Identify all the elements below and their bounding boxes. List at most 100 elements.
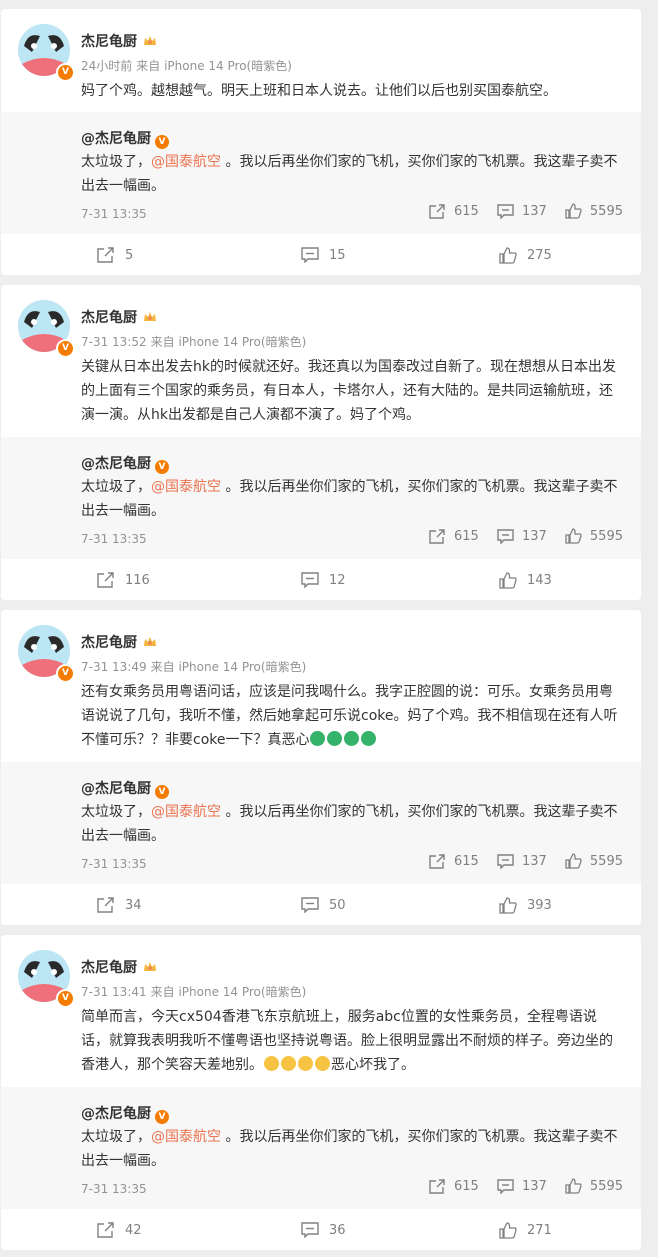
thumbs-up-icon <box>499 246 517 264</box>
share-icon <box>429 1179 445 1194</box>
repost-like-button[interactable]: 5595 <box>565 1178 623 1194</box>
repost-comment-button[interactable]: 137 <box>497 854 547 869</box>
repost-comment-button[interactable]: 137 <box>497 1179 547 1194</box>
verified-badge-icon: V <box>155 460 169 474</box>
repost-comment-button[interactable]: 137 <box>497 204 547 219</box>
repost-block[interactable]: @杰尼龟厨 V 太垃圾了，@国泰航空 。我以后再坐你们家的飞机，买你们家的飞机票。… <box>1 112 641 234</box>
post-card: V 杰尼龟厨 7-31 13:41 来自 iPhone 14 Pro(暗紫色) 简… <box>1 935 641 1250</box>
verified-badge-icon: V <box>155 1110 169 1124</box>
repost-time[interactable]: 7-31 13:35 <box>81 857 147 871</box>
post-source: 来自 iPhone 14 Pro(暗紫色) <box>150 660 307 674</box>
repost-stats: 615 137 5595 <box>415 203 623 223</box>
crown-icon <box>143 636 157 653</box>
repost-stats: 615 137 5595 <box>415 1178 623 1198</box>
thumbs-up-icon <box>565 528 582 544</box>
repost-block[interactable]: @杰尼龟厨 V 太垃圾了，@国泰航空 。我以后再坐你们家的飞机，买你们家的飞机票。… <box>1 437 641 559</box>
post-header: V 杰尼龟厨 7-31 13:41 来自 iPhone 14 Pro(暗紫色) <box>1 935 641 1008</box>
repost-text: 太垃圾了，@国泰航空 。我以后再坐你们家的飞机，买你们家的飞机票。我这辈子卖不出… <box>81 1129 618 1169</box>
forward-button[interactable]: 42 <box>97 1209 142 1250</box>
thumbs-up-icon <box>565 853 582 869</box>
repost-text: 太垃圾了，@国泰航空 。我以后再坐你们家的飞机，买你们家的飞机票。我这辈子卖不出… <box>81 804 618 844</box>
post-card: V 杰尼龟厨 7-31 13:52 来自 iPhone 14 Pro(暗紫色) 关… <box>1 285 641 600</box>
repost-forward-button[interactable]: 615 <box>429 204 479 219</box>
post-meta: 7-31 13:49 来自 iPhone 14 Pro(暗紫色) <box>81 658 306 675</box>
mention-link[interactable]: @国泰航空 <box>151 804 221 820</box>
crying-emoji-icon <box>281 1056 296 1071</box>
share-icon <box>97 247 114 263</box>
post-source: 来自 iPhone 14 Pro(暗紫色) <box>136 59 292 73</box>
repost-comment-button[interactable]: 137 <box>497 529 547 544</box>
repost-block[interactable]: @杰尼龟厨 V 太垃圾了，@国泰航空 。我以后再坐你们家的飞机，买你们家的飞机票。… <box>1 762 641 884</box>
like-button[interactable]: 271 <box>499 1209 552 1250</box>
post-time[interactable]: 24小时前 <box>81 59 132 73</box>
thumbs-up-icon <box>499 896 517 914</box>
verified-badge-icon: V <box>56 664 75 683</box>
comment-icon <box>301 247 319 263</box>
post-time[interactable]: 7-31 13:49 <box>81 660 147 674</box>
comment-icon <box>497 1179 514 1194</box>
comment-icon <box>497 529 514 544</box>
repost-author[interactable]: @杰尼龟厨 V <box>81 128 169 149</box>
repost-time[interactable]: 7-31 13:35 <box>81 1182 147 1196</box>
thumbs-up-icon <box>499 1221 517 1239</box>
author-name[interactable]: 杰尼龟厨 <box>81 307 157 328</box>
sick-emoji-icon <box>361 731 377 746</box>
repost-author[interactable]: @杰尼龟厨 V <box>81 1103 169 1124</box>
post-header: V 杰尼龟厨 7-31 13:49 来自 iPhone 14 Pro(暗紫色) <box>1 610 641 683</box>
repost-author[interactable]: @杰尼龟厨 V <box>81 453 169 474</box>
repost-text: 太垃圾了，@国泰航空 。我以后再坐你们家的飞机，买你们家的飞机票。我这辈子卖不出… <box>81 479 618 519</box>
share-icon <box>429 854 445 869</box>
repost-like-button[interactable]: 5595 <box>565 528 623 544</box>
post-text: 简单而言，今天cx504香港飞东京航班上，服务abc位置的女性乘务员，全程粤语说… <box>81 1009 613 1073</box>
mention-link[interactable]: @国泰航空 <box>151 479 221 495</box>
post-header: V 杰尼龟厨 24小时前 来自 iPhone 14 Pro(暗紫色) <box>1 9 641 82</box>
share-icon <box>429 529 445 544</box>
sick-emoji-icon <box>344 731 360 746</box>
forward-button[interactable]: 5 <box>97 234 133 275</box>
repost-forward-button[interactable]: 615 <box>429 854 479 869</box>
like-button[interactable]: 275 <box>499 234 552 275</box>
mention-link[interactable]: @国泰航空 <box>151 154 221 170</box>
repost-forward-button[interactable]: 615 <box>429 1179 479 1194</box>
repost-time[interactable]: 7-31 13:35 <box>81 532 147 546</box>
repost-block[interactable]: @杰尼龟厨 V 太垃圾了，@国泰航空 。我以后再坐你们家的飞机，买你们家的飞机票。… <box>1 1087 641 1209</box>
verified-badge-icon: V <box>56 339 75 358</box>
repost-like-button[interactable]: 5595 <box>565 853 623 869</box>
post-toolbar: 5 15 275 <box>1 234 641 275</box>
post-toolbar: 34 50 393 <box>1 884 641 925</box>
post-time[interactable]: 7-31 13:52 <box>81 335 147 349</box>
comment-button[interactable]: 36 <box>301 1209 346 1250</box>
repost-forward-button[interactable]: 615 <box>429 529 479 544</box>
mention-link[interactable]: @国泰航空 <box>151 1129 221 1145</box>
repost-time[interactable]: 7-31 13:35 <box>81 207 147 221</box>
repost-author[interactable]: @杰尼龟厨 V <box>81 778 169 799</box>
forward-button[interactable]: 34 <box>97 884 142 925</box>
comment-button[interactable]: 12 <box>301 559 346 600</box>
thumbs-up-icon <box>565 1178 582 1194</box>
comment-button[interactable]: 50 <box>301 884 346 925</box>
thumbs-up-icon <box>565 203 582 219</box>
comment-button[interactable]: 15 <box>301 234 346 275</box>
crown-icon <box>143 311 157 328</box>
post-meta: 24小时前 来自 iPhone 14 Pro(暗紫色) <box>81 57 292 74</box>
post-text: 关键从日本出发去hk的时候就还好。我还真以为国泰改过自新了。现在想想从日本出发的… <box>81 359 616 423</box>
post-toolbar: 116 12 143 <box>1 559 641 600</box>
weibo-feed: V 杰尼龟厨 24小时前 来自 iPhone 14 Pro(暗紫色) 妈了个鸡。越… <box>0 0 658 1257</box>
post-meta: 7-31 13:41 来自 iPhone 14 Pro(暗紫色) <box>81 983 306 1000</box>
like-button[interactable]: 393 <box>499 884 552 925</box>
author-name[interactable]: 杰尼龟厨 <box>81 31 157 52</box>
author-name[interactable]: 杰尼龟厨 <box>81 957 157 978</box>
comment-icon <box>301 572 319 588</box>
share-icon <box>97 572 114 588</box>
repost-stats: 615 137 5595 <box>415 853 623 873</box>
post-time[interactable]: 7-31 13:41 <box>81 985 147 999</box>
author-name[interactable]: 杰尼龟厨 <box>81 632 157 653</box>
post-card: V 杰尼龟厨 24小时前 来自 iPhone 14 Pro(暗紫色) 妈了个鸡。越… <box>1 9 641 275</box>
verified-badge-icon: V <box>56 63 75 82</box>
repost-text: 太垃圾了，@国泰航空 。我以后再坐你们家的飞机，买你们家的飞机票。我这辈子卖不出… <box>81 154 618 194</box>
share-icon <box>97 1222 114 1238</box>
repost-like-button[interactable]: 5595 <box>565 203 623 219</box>
like-button[interactable]: 143 <box>499 559 552 600</box>
sick-emoji-icon <box>310 731 326 746</box>
forward-button[interactable]: 116 <box>97 559 150 600</box>
